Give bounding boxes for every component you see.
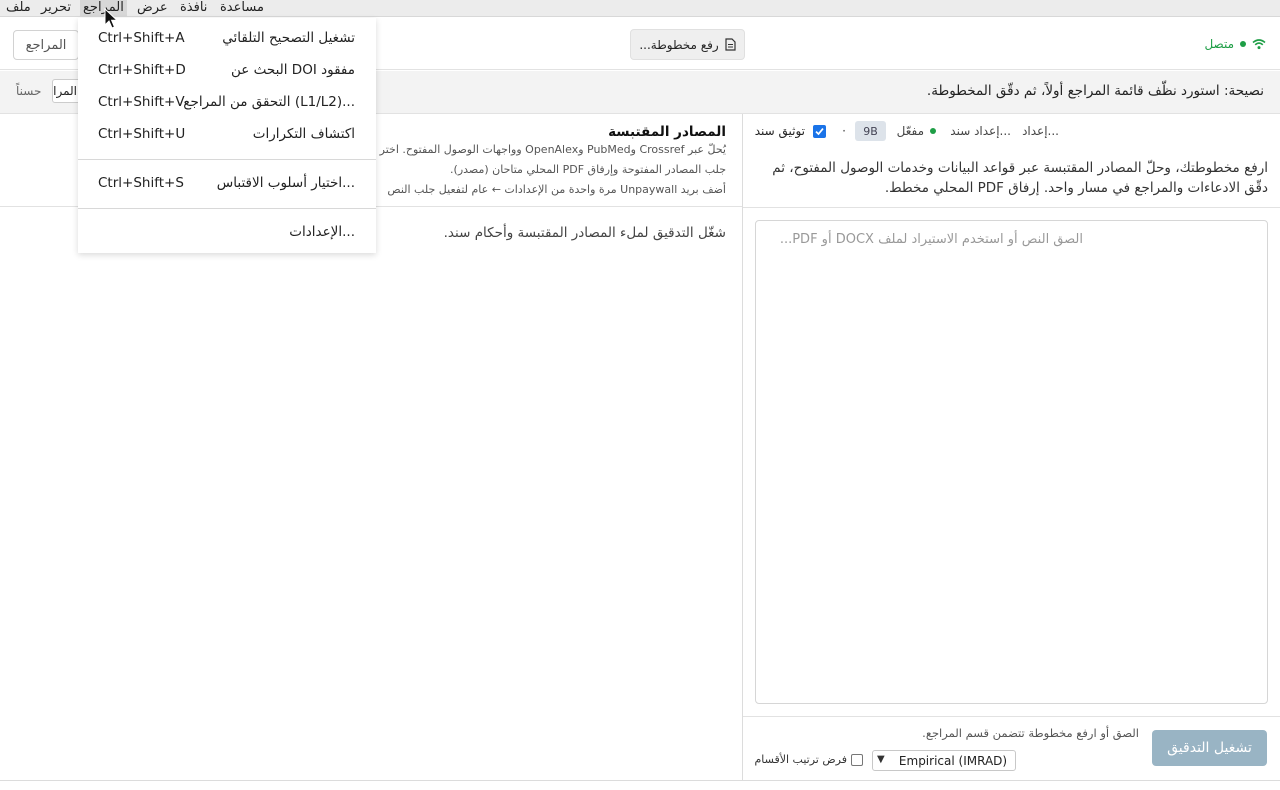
menu-bar: ملف تحرير المراجع عرض نافذة مساعدة [0,0,1280,17]
menu-item-shortcut: Ctrl+Shift+V [98,94,185,110]
setup-support-button[interactable]: إعداد سند... [950,124,1011,138]
section-order-checkbox[interactable] [851,754,863,766]
menu-item-label: اختيار أسلوب الاقتباس... [216,175,355,191]
divider [743,207,1280,208]
cited-sources-desc-line: أضف بريد Unpaywall مرة واحدة من الإعدادا… [387,183,726,196]
menu-item-detect-duplicates[interactable]: Ctrl+Shift+U اكتشاف التكرارات [78,119,376,151]
run-check-button[interactable]: تشغيل التدقيق [1152,730,1267,766]
right-pane-toolbar: توثيق سند · 9B مفعّل إعداد سند... إعداد.… [743,114,1280,150]
cited-sources-desc-line: يُحلّ عبر Crossref وPubMed وOpenAlex ووا… [379,143,726,156]
menu-item-label: التحقق من المراجع (L1/L2)... [183,94,355,110]
toolbar-separator: · [842,124,846,138]
version-badge: 9B [855,121,886,141]
manuscript-textarea[interactable]: الصق النص أو استخدم الاستيراد لملف DOCX … [755,220,1268,704]
menu-item-citation-style[interactable]: Ctrl+Shift+S اختيار أسلوب الاقتباس... [78,168,376,200]
textarea-placeholder: الصق النص أو استخدم الاستيراد لملف DOCX … [779,232,1083,247]
menu-item-shortcut: Ctrl+Shift+U [98,126,186,142]
setup-button[interactable]: إعداد... [1022,124,1059,138]
menu-item-shortcut: Ctrl+Shift+A [98,30,185,46]
cited-sources-desc-line: جلب المصادر المفتوحة وإرفاق PDF المحلي م… [450,163,726,176]
menu-item-label: البحث عن DOI مفقود [230,62,355,78]
pane-description: ارفع مخطوطتك، وحلّ المصادر المقتبسة عبر … [772,160,1268,196]
menu-window[interactable]: نافذة [177,0,210,17]
document-icon [725,38,736,51]
menu-view[interactable]: عرض [134,0,171,17]
references-tab[interactable]: المراجع [13,30,79,60]
menu-item-shortcut: Ctrl+Shift+D [98,62,186,78]
menu-item-shortcut: Ctrl+Shift+S [98,175,184,191]
status-enabled-label: مفعّل [896,124,924,138]
upload-manuscript-button[interactable]: رفع مخطوطة... [630,29,745,60]
status-label: متصل [1204,37,1234,51]
citation-check-label: توثيق سند [754,124,805,138]
menu-item-verify-references[interactable]: Ctrl+Shift+V التحقق من المراجع (L1/L2)..… [78,87,376,119]
mode-select[interactable]: Empirical (IMRAD) ▼ [872,750,1016,771]
upload-label: رفع مخطوطة... [639,37,719,52]
menu-item-find-doi[interactable]: Ctrl+Shift+D البحث عن DOI مفقود [78,55,376,87]
connection-status: متصل [1204,37,1266,51]
menu-item-label: اكتشاف التكرارات [252,126,355,142]
status-dot [1240,41,1246,47]
citation-check-checkbox[interactable] [813,125,826,138]
checkmark-icon [815,128,824,136]
mode-value: Empirical (IMRAD) [898,753,1008,768]
cited-sources-title: المصادر المقتبسة [608,124,726,140]
pane-divider[interactable] [742,114,743,780]
tip-text: نصيحة: استورد نظّف قائمة المراجع أولاً، … [926,83,1264,99]
chevron-down-icon: ▼ [877,754,885,765]
menu-item-auto-correct[interactable]: Ctrl+Shift+A تشغيل التصحيح التلقائي [78,23,376,55]
menu-separator [78,159,376,160]
divider [743,716,1280,717]
menu-item-label: الإعدادات... [289,224,355,240]
menu-edit[interactable]: تحرير [38,0,74,17]
menu-item-settings[interactable]: الإعدادات... [78,217,376,249]
menu-file[interactable]: ملف [3,0,34,17]
mouse-cursor-icon [104,8,118,29]
menu-separator [78,208,376,209]
enabled-dot [930,128,936,134]
status-bar [0,780,1280,781]
input-hint: الصق أو ارفع مخطوطة تتضمن قسم المراجع. [922,726,1139,740]
wifi-icon [1252,39,1266,50]
references-menu: Ctrl+Shift+A تشغيل التصحيح التلقائي Ctrl… [78,18,376,253]
menu-item-label: تشغيل التصحيح التلقائي [222,30,355,46]
empty-state: شغّل التدقيق لملء المصادر المقتبسة وأحكا… [443,225,726,241]
menu-help[interactable]: مساعدة [217,0,267,17]
section-order-label: فرض ترتيب الأقسام [754,753,848,766]
dismiss-tip-button[interactable]: حسناً [16,84,41,98]
